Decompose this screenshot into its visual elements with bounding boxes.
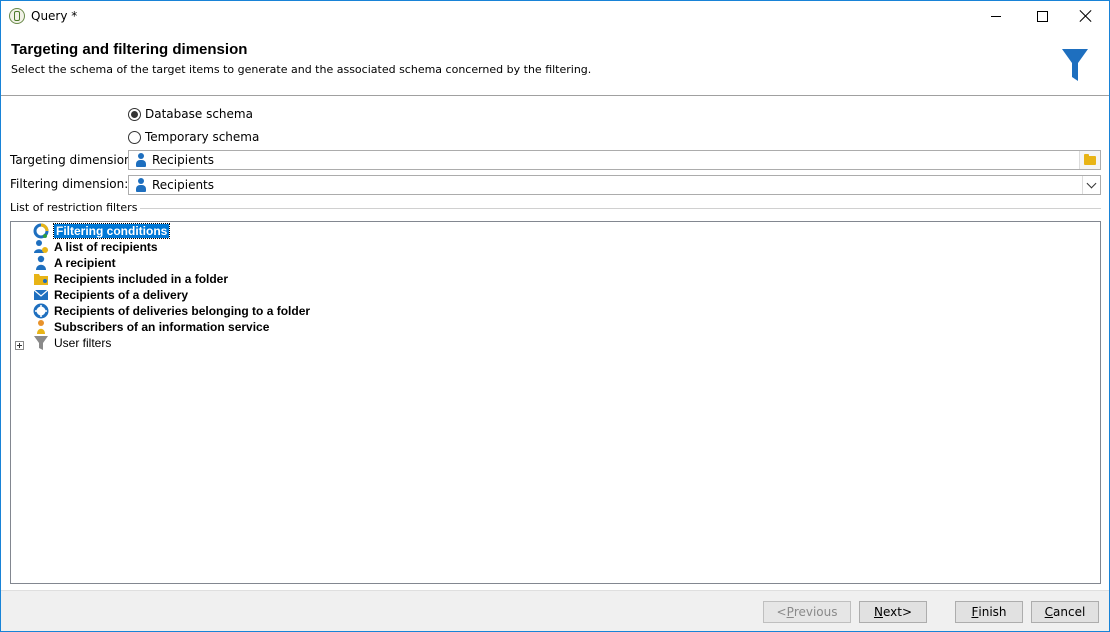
finish-label: inish (978, 605, 1007, 619)
previous-prefix: < (776, 605, 787, 619)
funnel-icon (1062, 49, 1088, 81)
filtering-dimension-value: Recipients (152, 178, 215, 192)
wizard-body: Database schema Temporary schema Targeti… (1, 96, 1109, 589)
finish-mnemonic: F (971, 605, 979, 619)
database-schema-option[interactable]: Database schema (128, 107, 253, 121)
tree-item-label: Subscribers of an information service (54, 320, 270, 334)
targeting-dimension-field[interactable]: Recipients (128, 150, 1101, 170)
tree-item-user-filters[interactable]: User filters (33, 335, 111, 351)
close-button[interactable] (1063, 1, 1109, 31)
minimize-button[interactable] (973, 1, 1019, 31)
folder-icon (34, 274, 48, 285)
chevron-down-icon (1086, 178, 1097, 188)
person-icon (134, 178, 148, 192)
window-title: Query * (31, 9, 78, 23)
wizard-header: Targeting and filtering dimension Select… (1, 31, 1109, 96)
envelope-icon (33, 289, 49, 300)
tree-item-subscribers[interactable]: Subscribers of an information service (33, 319, 269, 335)
tree-item-recipients-in-folder[interactable]: Recipients included in a folder (33, 271, 228, 287)
next-suffix: > (901, 605, 913, 619)
tree-item-filtering-conditions[interactable]: Filtering conditions (33, 223, 171, 239)
temporary-schema-option[interactable]: Temporary schema (128, 130, 259, 144)
restriction-filters-label: List of restriction filters (10, 201, 141, 214)
funnel-icon (34, 336, 48, 350)
filtering-conditions-icon (33, 223, 49, 239)
minimize-icon (991, 15, 1001, 17)
maximize-icon (1036, 10, 1048, 22)
lifebuoy-icon (33, 303, 49, 319)
cancel-label: ancel (1053, 605, 1086, 619)
previous-button[interactable]: < Previous (763, 601, 851, 623)
browse-folder-button[interactable] (1079, 151, 1100, 169)
next-label: ext (882, 605, 902, 619)
temporary-schema-radio[interactable] (128, 130, 141, 144)
cancel-button[interactable]: Cancel (1031, 601, 1099, 623)
subscriber-icon (37, 320, 45, 334)
previous-label: revious (793, 605, 838, 619)
targeting-dimension-value: Recipients (152, 153, 215, 167)
filtering-dimension-dropdown[interactable] (1082, 176, 1100, 194)
filtering-dimension-label: Filtering dimension: (10, 177, 129, 191)
expand-user-filters-icon[interactable] (15, 341, 24, 350)
database-schema-label: Database schema (145, 107, 253, 121)
section-divider (135, 208, 1101, 209)
filtering-dimension-select[interactable]: Recipients (128, 175, 1101, 195)
temporary-schema-label: Temporary schema (145, 130, 260, 144)
next-button[interactable]: Next > (859, 601, 927, 623)
tree-item-label: Recipients of a delivery (54, 288, 189, 302)
tree-item-a-recipient[interactable]: A recipient (33, 255, 116, 271)
targeting-dimension-label: Targeting dimension: (10, 153, 136, 167)
wizard-footer: < Previous Next > Finish Cancel (1, 590, 1109, 631)
tree-item-label: Recipients of deliveries belonging to a … (54, 304, 311, 318)
tree-item-recipients-of-delivery[interactable]: Recipients of a delivery (33, 287, 188, 303)
tree-item-label: Filtering conditions (52, 223, 171, 239)
database-schema-radio[interactable] (128, 107, 141, 121)
close-icon (1080, 10, 1092, 22)
tree-item-deliveries-in-folder[interactable]: Recipients of deliveries belonging to a … (33, 303, 310, 319)
tree-item-list-of-recipients[interactable]: A list of recipients (33, 239, 158, 255)
title-bar: Query * (1, 1, 1109, 31)
tree-item-label: User filters (54, 336, 112, 350)
folder-icon (1084, 153, 1096, 165)
query-window: Query * Targeting and filtering dimensio… (0, 0, 1110, 632)
previous-mnemonic: P (786, 605, 794, 619)
person-icon (36, 255, 46, 270)
recipients-list-icon (34, 240, 48, 253)
restriction-filters-tree[interactable]: Filtering conditions A list of recipient… (10, 221, 1101, 584)
cancel-mnemonic: C (1044, 605, 1054, 619)
page-subtitle: Select the schema of the target items to… (11, 63, 592, 76)
next-mnemonic: N (873, 605, 883, 619)
tree-item-label: Recipients included in a folder (54, 272, 229, 286)
page-title: Targeting and filtering dimension (11, 41, 248, 58)
app-icon (9, 8, 25, 24)
finish-button[interactable]: Finish (955, 601, 1023, 623)
maximize-button[interactable] (1019, 1, 1065, 31)
person-icon (134, 153, 148, 167)
tree-item-label: A list of recipients (54, 240, 158, 254)
tree-item-label: A recipient (54, 256, 116, 270)
